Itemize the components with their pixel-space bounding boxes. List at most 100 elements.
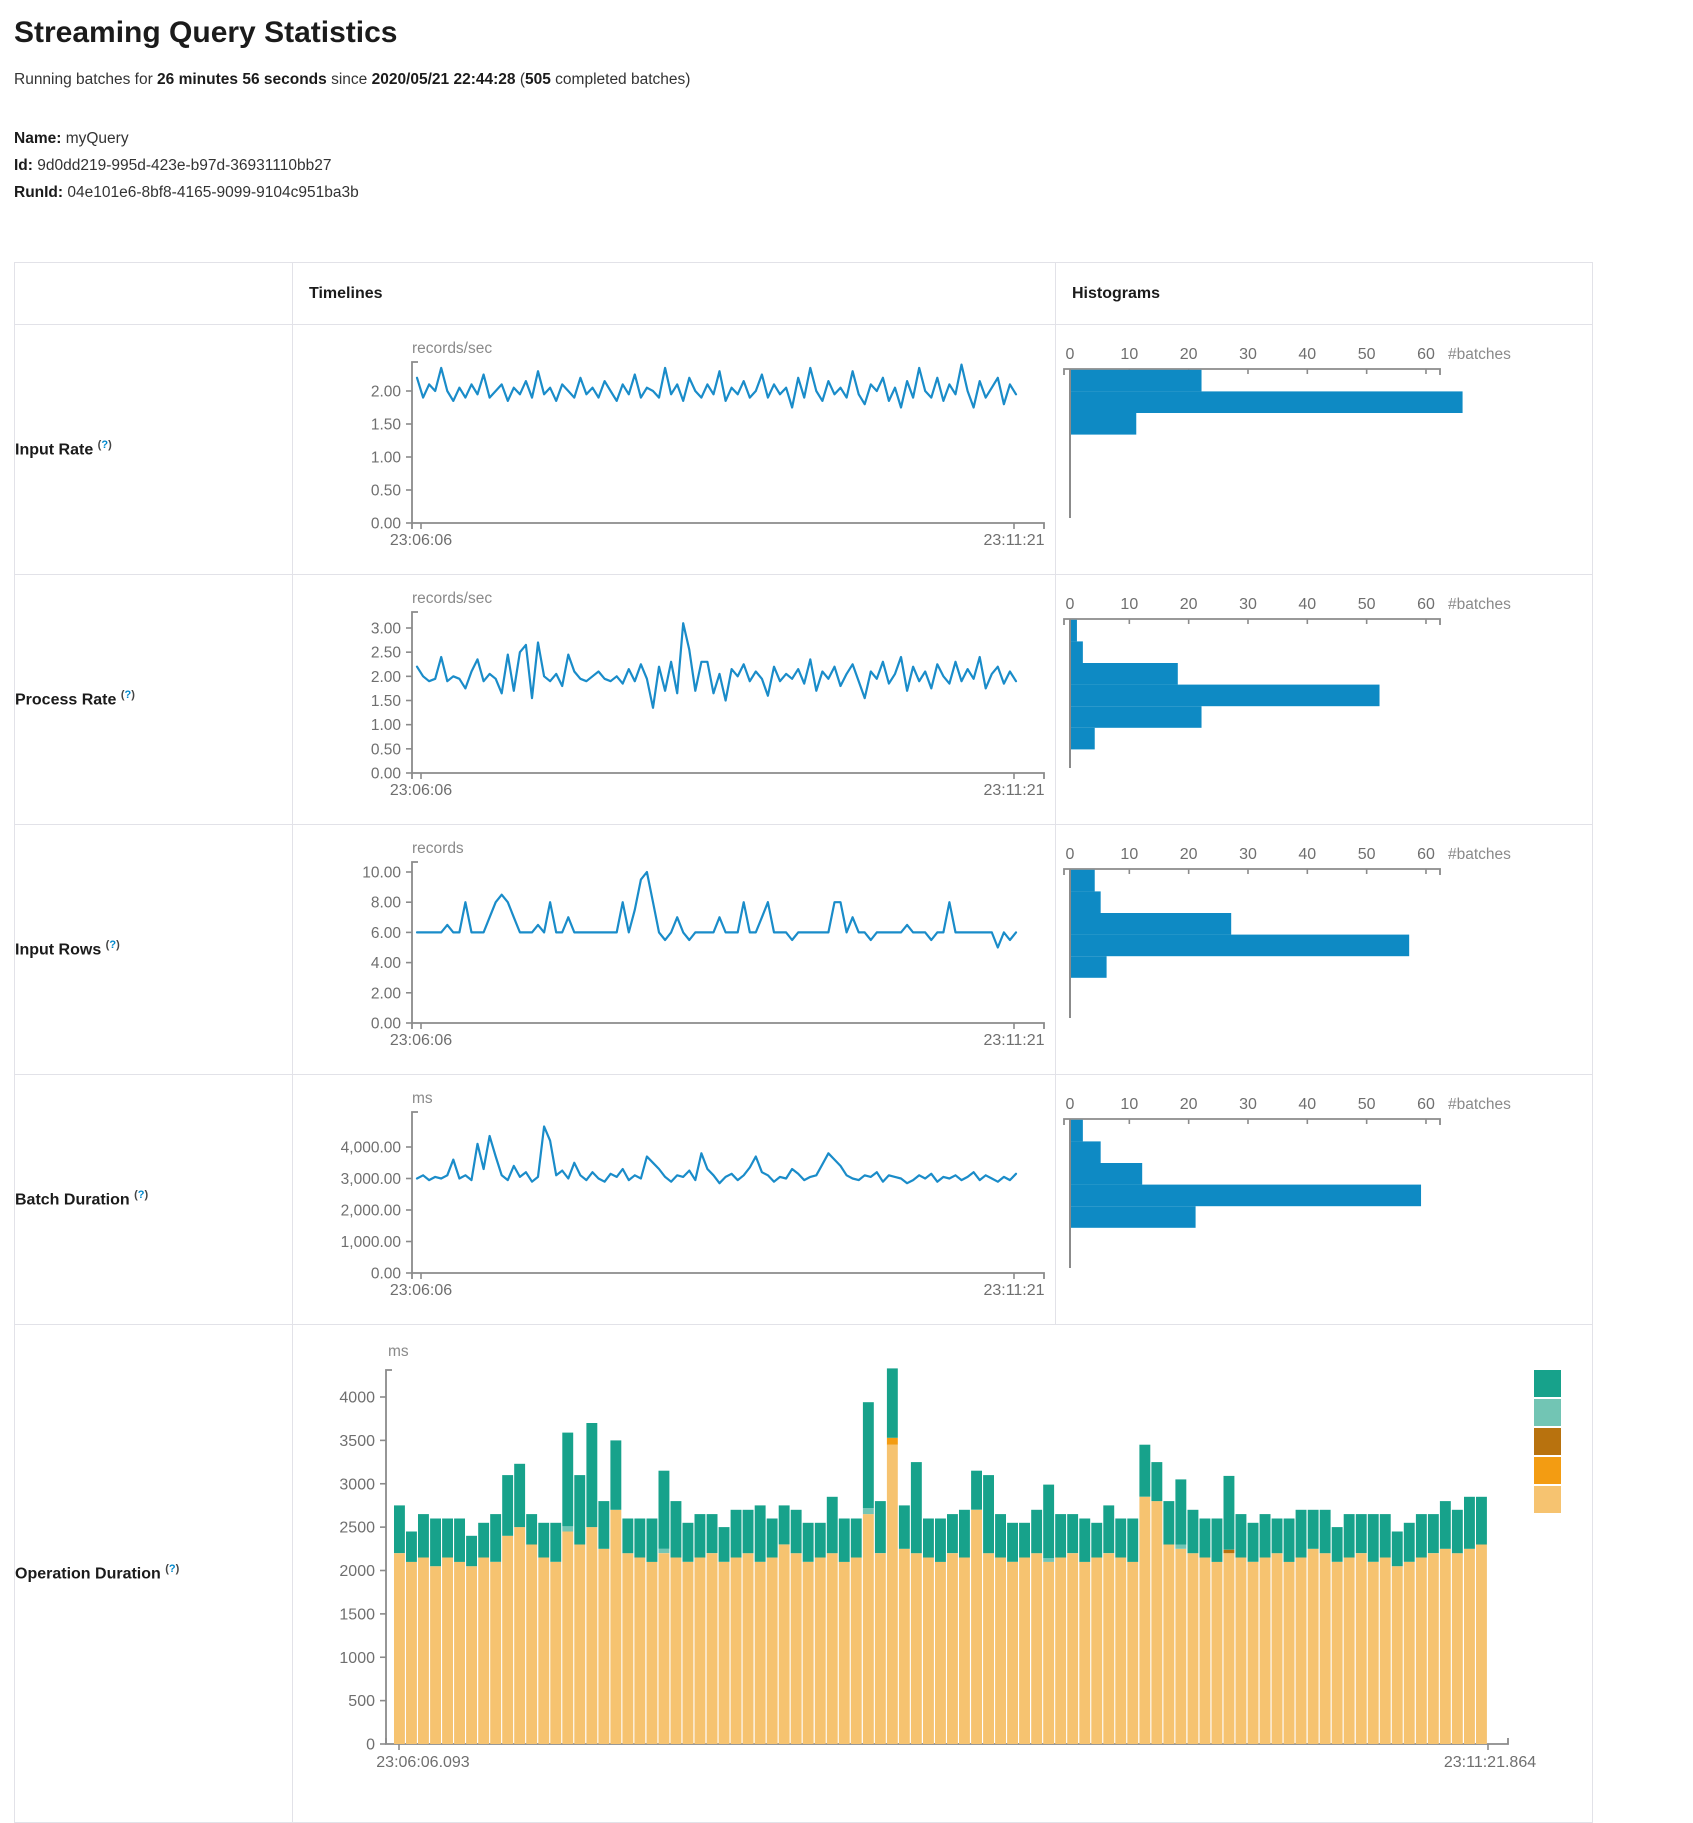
process-rate-histogram-chart: 0102030405060#batches	[1056, 576, 1591, 824]
svg-text:40: 40	[1298, 596, 1316, 613]
query-runid-line: RunId: 04e101e6-8bf8-4165-9099-9104c951b…	[14, 179, 1679, 206]
svg-text:2,000.00: 2,000.00	[341, 1202, 402, 1219]
input-rate-timeline-chart: records/sec2.001.501.000.500.0023:06:062…	[293, 326, 1054, 574]
svg-text:50: 50	[1358, 346, 1376, 363]
svg-text:#batches: #batches	[1448, 846, 1511, 863]
svg-text:0: 0	[1066, 346, 1075, 363]
svg-text:23:06:06: 23:06:06	[390, 1282, 452, 1299]
svg-text:23:11:21.864: 23:11:21.864	[1444, 1754, 1536, 1771]
process-rate-timeline-chart: records/sec3.002.502.001.501.000.500.002…	[293, 576, 1054, 824]
svg-text:50: 50	[1358, 596, 1376, 613]
operation-duration-help[interactable]: (?)	[165, 1563, 179, 1575]
svg-text:0: 0	[1066, 846, 1075, 863]
svg-text:23:06:06: 23:06:06	[390, 1032, 452, 1049]
row-label-text: Operation Duration	[15, 1566, 161, 1583]
svg-text:records/sec: records/sec	[412, 340, 492, 357]
histograms-header: Histograms	[1056, 263, 1593, 325]
svg-text:6.00: 6.00	[371, 924, 402, 941]
svg-text:30: 30	[1239, 846, 1257, 863]
svg-text:2000: 2000	[339, 1563, 375, 1580]
start-timestamp: 2020/05/21 22:44:28	[372, 71, 516, 88]
query-name-line: Name: myQuery	[14, 125, 1679, 152]
svg-text:10: 10	[1120, 596, 1138, 613]
input-rows-timeline-chart: records10.008.006.004.002.000.0023:06:06…	[293, 826, 1054, 1074]
operation-duration-row: Operation Duration (?) ms400035003000250…	[15, 1325, 1593, 1823]
query-metadata: Name: myQuery Id: 9d0dd219-995d-423e-b97…	[14, 125, 1679, 206]
query-runid-label: RunId:	[14, 184, 63, 201]
batch-duration-timeline-chart: ms4,000.003,000.002,000.001,000.000.0023…	[293, 1076, 1054, 1324]
operation-duration-chart-cell: ms4000350030002500200015001000500023:06:…	[293, 1325, 1593, 1823]
input-rows-timeline-cell: records10.008.006.004.002.000.0023:06:06…	[293, 825, 1056, 1075]
svg-text:0: 0	[1066, 596, 1075, 613]
batch-duration-help[interactable]: (?)	[134, 1189, 148, 1201]
summary-text: completed batches)	[551, 71, 691, 88]
svg-text:10: 10	[1120, 346, 1138, 363]
query-runid-value: 04e101e6-8bf8-4165-9099-9104c951ba3b	[67, 184, 358, 201]
svg-text:20: 20	[1180, 1096, 1198, 1113]
svg-text:1.50: 1.50	[371, 416, 402, 433]
svg-text:50: 50	[1358, 846, 1376, 863]
svg-text:0.00: 0.00	[371, 1015, 402, 1032]
svg-text:0.50: 0.50	[371, 741, 402, 758]
svg-text:3.00: 3.00	[371, 620, 402, 637]
input-rate-histogram-chart: 0102030405060#batches	[1056, 326, 1591, 574]
running-duration: 26 minutes 56 seconds	[157, 71, 327, 88]
process-rate-timeline-cell: records/sec3.002.502.001.501.000.500.002…	[293, 575, 1056, 825]
input-rate-help[interactable]: (?)	[98, 439, 112, 451]
batch-duration-histogram-chart: 0102030405060#batches	[1056, 1076, 1591, 1324]
input-rate-histogram-cell: 0102030405060#batches	[1056, 325, 1593, 575]
process-rate-label: Process Rate (?)	[15, 575, 293, 825]
input-rows-histogram-chart: 0 10 20 30 40 50 60 #batches	[1056, 826, 1591, 1074]
svg-text:23:11:21: 23:11:21	[983, 1282, 1044, 1299]
svg-text:2.50: 2.50	[371, 644, 402, 661]
svg-text:8.00: 8.00	[371, 894, 402, 911]
svg-text:ms: ms	[412, 1090, 433, 1107]
svg-text:3000: 3000	[339, 1476, 375, 1493]
svg-text:4000: 4000	[339, 1389, 375, 1406]
svg-text:20: 20	[1180, 346, 1198, 363]
input-rate-label: Input Rate (?)	[15, 325, 293, 575]
summary-text: since	[327, 71, 372, 88]
process-rate-help[interactable]: (?)	[121, 689, 135, 701]
svg-text:23:11:21: 23:11:21	[983, 1032, 1044, 1049]
query-id-line: Id: 9d0dd219-995d-423e-b97d-36931110bb27	[14, 152, 1679, 179]
timelines-header: Timelines	[293, 263, 1056, 325]
svg-text:0: 0	[366, 1736, 375, 1753]
svg-text:#batches: #batches	[1448, 346, 1511, 363]
input-rows-histogram-cell: 0 10 20 30 40 50 60 #batches	[1056, 825, 1593, 1075]
svg-text:10: 10	[1120, 846, 1138, 863]
svg-text:40: 40	[1298, 846, 1316, 863]
svg-text:4.00: 4.00	[371, 955, 402, 972]
svg-text:60: 60	[1417, 846, 1435, 863]
svg-text:500: 500	[348, 1693, 375, 1710]
completed-batches-count: 505	[525, 71, 551, 88]
table-header-row: Timelines Histograms	[15, 263, 1593, 325]
empty-header-cell	[15, 263, 293, 325]
help-icon[interactable]: ?	[138, 1189, 145, 1201]
svg-text:0.50: 0.50	[371, 482, 402, 499]
svg-text:2.00: 2.00	[371, 383, 402, 400]
running-batches-summary: Running batches for 26 minutes 56 second…	[14, 71, 1679, 89]
svg-text:40: 40	[1298, 346, 1316, 363]
svg-text:60: 60	[1417, 1096, 1435, 1113]
row-label-text: Input Rows	[15, 942, 101, 959]
svg-text:60: 60	[1417, 346, 1435, 363]
svg-text:0.00: 0.00	[371, 765, 402, 782]
batch-duration-timeline-cell: ms4,000.003,000.002,000.001,000.000.0023…	[293, 1075, 1056, 1325]
svg-text:1.50: 1.50	[371, 693, 402, 710]
svg-text:20: 20	[1180, 596, 1198, 613]
svg-text:10.00: 10.00	[362, 864, 401, 881]
svg-text:0.00: 0.00	[371, 515, 402, 532]
input-rows-help[interactable]: (?)	[106, 939, 120, 951]
svg-text:10: 10	[1120, 1096, 1138, 1113]
query-id-label: Id:	[14, 157, 33, 174]
svg-text:50: 50	[1358, 1096, 1376, 1113]
operation-duration-chart: ms4000350030002500200015001000500023:06:…	[293, 1326, 1591, 1822]
svg-text:23:06:06: 23:06:06	[390, 532, 452, 549]
svg-text:20: 20	[1180, 846, 1198, 863]
svg-text:#batches: #batches	[1448, 1096, 1511, 1113]
streaming-statistics-page: Streaming Query Statistics Running batch…	[0, 16, 1693, 1823]
process-rate-histogram-cell: 0102030405060#batches	[1056, 575, 1593, 825]
svg-text:0: 0	[1066, 1096, 1075, 1113]
help-icon[interactable]: ?	[169, 1563, 176, 1575]
